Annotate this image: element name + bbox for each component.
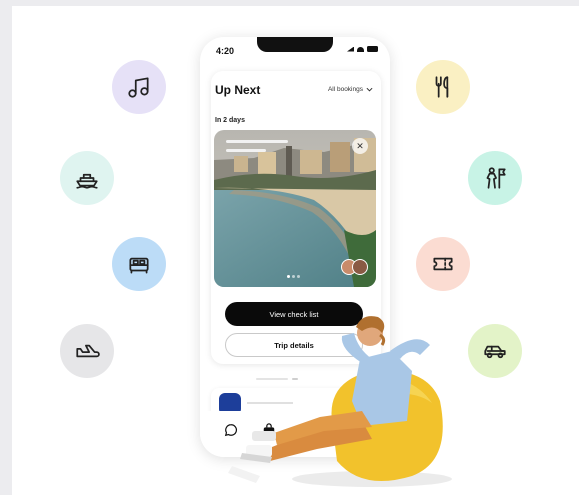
music-icon: [128, 77, 149, 98]
car-icon: [484, 345, 506, 359]
carousel-dots: [287, 275, 300, 278]
phone-notch: [257, 37, 333, 52]
wifi-icon: [357, 46, 364, 52]
destination-photo[interactable]: ✕: [214, 130, 376, 287]
chevron-down-icon: [366, 87, 373, 92]
status-time: 4:20: [216, 46, 235, 56]
photo-caption-line: [226, 149, 266, 152]
flight-icon: [76, 344, 100, 358]
bed-icon: [129, 257, 149, 274]
flight-bubble: [60, 324, 114, 378]
traveller-avatars: [341, 259, 368, 275]
signal-icon: [347, 46, 354, 52]
guide-bubble: [468, 151, 522, 205]
battery-icon: [367, 46, 378, 52]
restaurant-bubble: [416, 60, 470, 114]
car-bubble: [468, 324, 522, 378]
close-icon[interactable]: ✕: [352, 138, 368, 154]
ticket-bubble: [416, 237, 470, 291]
ship-icon: [76, 173, 98, 189]
restaurant-icon: [435, 76, 449, 98]
ship-bubble: [60, 151, 114, 205]
relaxing-person-illustration: [228, 316, 452, 487]
section-title: Up Next: [215, 83, 261, 97]
guide-icon: [486, 167, 506, 189]
bookings-filter[interactable]: All bookings: [328, 86, 373, 93]
bookings-filter-label: All bookings: [327, 86, 363, 93]
avatar: [352, 259, 368, 275]
music-bubble: [112, 60, 166, 114]
trip-when: In 2 days: [215, 117, 245, 124]
ticket-icon: [433, 257, 453, 271]
photo-caption-line: [226, 140, 288, 143]
status-icons: [347, 46, 378, 52]
promo-canvas: 4:20 Up Next All bookings In 2 days ✕ Vi…: [12, 6, 579, 495]
bed-bubble: [112, 237, 166, 291]
